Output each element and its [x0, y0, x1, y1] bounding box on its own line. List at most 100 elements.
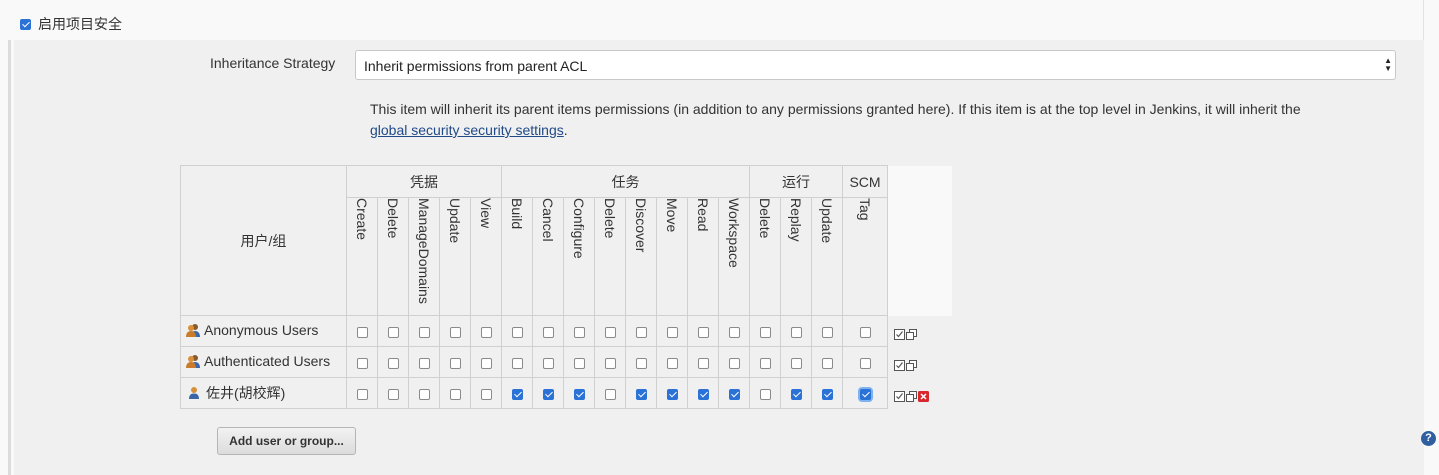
permission-checkbox[interactable]	[790, 357, 802, 369]
permission-checkbox[interactable]	[573, 326, 585, 338]
permission-checkbox[interactable]	[356, 357, 368, 369]
enable-project-security-checkbox[interactable]	[20, 18, 31, 30]
permission-checkbox[interactable]	[480, 326, 492, 338]
permission-checkbox[interactable]	[821, 388, 833, 400]
permission-row: Anonymous Users	[180, 315, 952, 347]
copy-row-icon[interactable]	[906, 327, 917, 340]
permission-checkbox[interactable]	[604, 326, 616, 338]
permission-label: Configure	[571, 198, 587, 259]
permission-checkbox[interactable]	[573, 357, 585, 369]
enable-project-security-row[interactable]: 启用项目安全	[20, 14, 122, 34]
global-security-settings-link[interactable]: global security security settings	[370, 122, 564, 138]
permission-checkbox[interactable]	[511, 357, 523, 369]
permission-header: Build	[501, 197, 533, 316]
permission-header: Tag	[842, 197, 888, 316]
permission-label: Workspace	[726, 198, 742, 268]
permission-checkbox[interactable]	[604, 388, 616, 400]
permission-cell	[594, 346, 626, 378]
permission-checkbox[interactable]	[859, 326, 871, 338]
permission-checkbox[interactable]	[387, 326, 399, 338]
permission-checkbox[interactable]	[387, 388, 399, 400]
permission-label: Delete	[602, 198, 618, 239]
permission-label: View	[478, 198, 494, 229]
permission-header: Discover	[625, 197, 657, 316]
select-all-row-icon[interactable]	[894, 327, 905, 340]
permission-cell	[408, 377, 440, 409]
permission-checkbox[interactable]	[821, 357, 833, 369]
permission-cell	[718, 315, 750, 347]
permission-cell	[594, 315, 626, 347]
permission-cell	[439, 315, 471, 347]
permission-checkbox[interactable]	[635, 326, 647, 338]
permission-checkbox[interactable]	[542, 357, 554, 369]
permission-checkbox[interactable]	[480, 388, 492, 400]
permission-checkbox[interactable]	[511, 388, 523, 400]
permission-label: Create	[354, 198, 370, 241]
permission-checkbox[interactable]	[449, 388, 461, 400]
select-all-row-icon[interactable]	[894, 389, 905, 402]
permission-checkbox[interactable]	[759, 326, 771, 338]
permission-checkbox[interactable]	[604, 357, 616, 369]
permission-row: 佐井(胡校辉)	[180, 377, 952, 409]
permission-checkbox[interactable]	[542, 388, 554, 400]
permission-cell	[346, 346, 378, 378]
permission-cell	[749, 315, 781, 347]
permission-checkbox[interactable]	[728, 326, 740, 338]
permission-checkbox[interactable]	[666, 388, 678, 400]
permission-checkbox[interactable]	[573, 388, 585, 400]
principal-name: Anonymous Users	[204, 321, 319, 338]
permission-checkbox[interactable]	[418, 326, 430, 338]
permission-checkbox[interactable]	[759, 388, 771, 400]
permission-checkbox[interactable]	[449, 357, 461, 369]
permission-checkbox[interactable]	[449, 326, 461, 338]
permission-cell	[625, 377, 657, 409]
permission-checkbox[interactable]	[859, 357, 871, 369]
permission-checkbox[interactable]	[666, 357, 678, 369]
add-user-or-group-button[interactable]: Add user or group...	[217, 427, 356, 455]
permission-checkbox[interactable]	[697, 388, 709, 400]
permission-cell	[842, 315, 888, 347]
permission-label: Tag	[857, 198, 873, 221]
permission-checkbox[interactable]	[635, 388, 647, 400]
permission-checkbox[interactable]	[387, 357, 399, 369]
permission-checkbox[interactable]	[356, 326, 368, 338]
permission-checkbox[interactable]	[821, 326, 833, 338]
select-updown-icon: ▲ ▼	[1384, 56, 1392, 73]
permission-checkbox[interactable]	[480, 357, 492, 369]
permission-header: Update	[811, 197, 843, 316]
permission-cell	[439, 346, 471, 378]
permission-header: Update	[439, 197, 471, 316]
permission-checkbox[interactable]	[666, 326, 678, 338]
permission-checkbox[interactable]	[542, 326, 554, 338]
permission-checkbox[interactable]	[790, 388, 802, 400]
permission-label: Update	[447, 198, 463, 244]
permission-checkbox[interactable]	[859, 388, 871, 400]
permission-checkbox[interactable]	[418, 357, 430, 369]
permission-cell	[532, 315, 564, 347]
select-all-row-icon[interactable]	[894, 358, 905, 371]
permission-cell	[532, 346, 564, 378]
permission-cell	[346, 377, 378, 409]
permission-checkbox[interactable]	[790, 326, 802, 338]
permission-cell	[625, 346, 657, 378]
permission-checkbox[interactable]	[759, 357, 771, 369]
remove-row-icon[interactable]	[918, 389, 929, 402]
permission-checkbox[interactable]	[728, 388, 740, 400]
permission-cell	[563, 315, 595, 347]
permission-checkbox[interactable]	[356, 388, 368, 400]
copy-row-icon[interactable]	[906, 389, 917, 402]
permission-checkbox[interactable]	[697, 357, 709, 369]
help-icon[interactable]: ?	[1421, 431, 1436, 446]
permission-checkbox[interactable]	[511, 326, 523, 338]
permission-checkbox[interactable]	[418, 388, 430, 400]
inheritance-strategy-select[interactable]: Inherit permissions from parent ACL ▲ ▼	[355, 50, 1396, 80]
permission-checkbox[interactable]	[697, 326, 709, 338]
copy-row-icon[interactable]	[906, 358, 917, 371]
permission-cell	[594, 377, 626, 409]
permission-checkbox[interactable]	[635, 357, 647, 369]
permission-header: Move	[656, 197, 688, 316]
permission-cell	[656, 377, 688, 409]
permission-checkbox[interactable]	[728, 357, 740, 369]
enable-project-security-label: 启用项目安全	[38, 16, 122, 32]
permission-cell	[811, 346, 843, 378]
